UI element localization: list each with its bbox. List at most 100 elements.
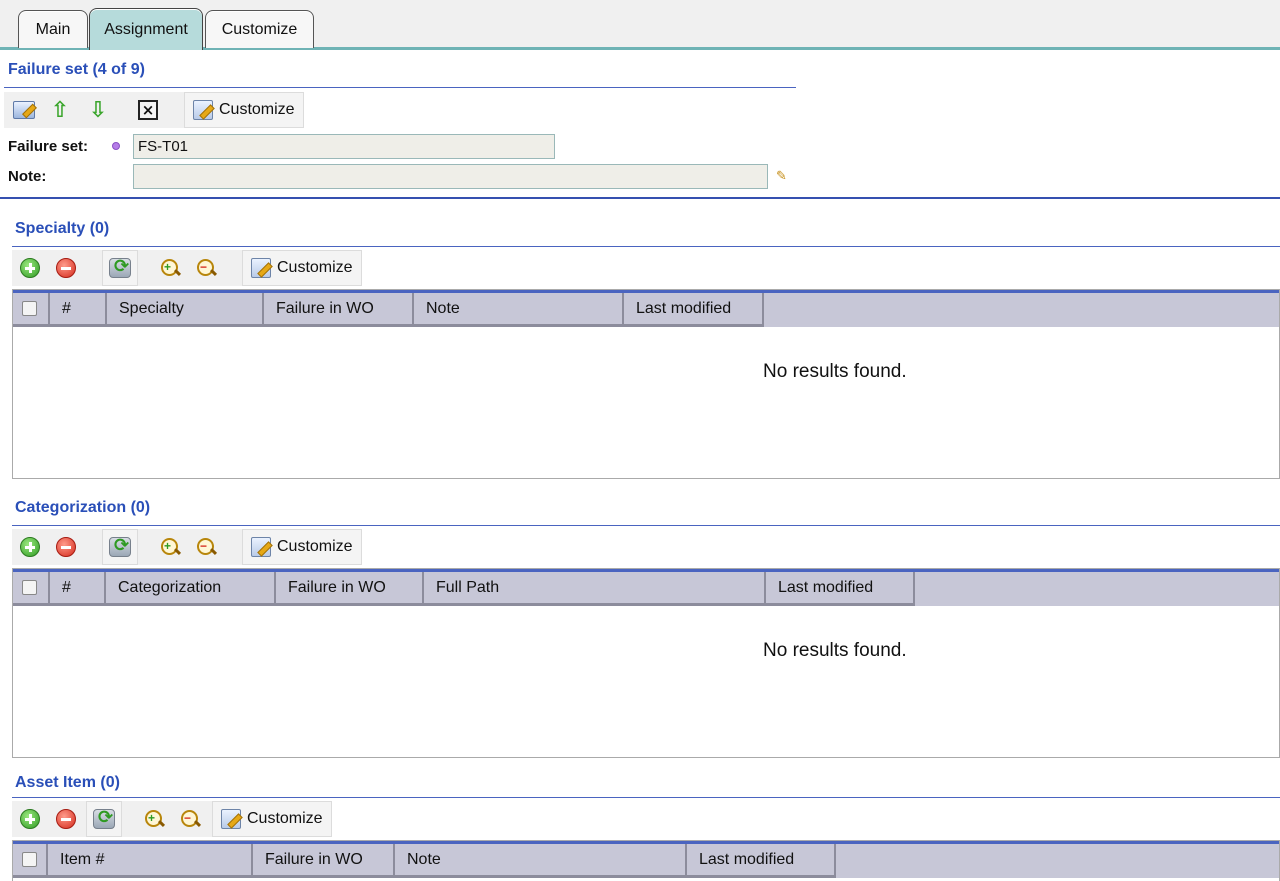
categorization-title: Categorization (0) (15, 499, 151, 516)
col-last-modified[interactable]: Last modified (687, 844, 836, 878)
refresh-icon (93, 807, 115, 829)
header-filler (764, 293, 1279, 327)
tab-customize-label: Customize (221, 20, 298, 38)
tab-main-label: Main (35, 20, 71, 38)
asset-item-refresh-button[interactable] (86, 801, 122, 837)
specialty-customize-button[interactable]: Customize (242, 250, 362, 286)
failure-set-customize-button[interactable]: Customize (184, 92, 304, 128)
specialty-divider (12, 246, 1280, 247)
col-categorization[interactable]: Categorization (106, 572, 276, 606)
checkbox-icon (22, 301, 37, 316)
failure-set-input[interactable] (133, 134, 555, 159)
col-number[interactable]: # (50, 293, 107, 327)
tab-customize[interactable]: Customize (205, 10, 314, 48)
failure-set-divider (4, 87, 796, 88)
remove-icon (56, 537, 76, 557)
col-note[interactable]: Note (395, 844, 687, 878)
arrow-up-icon: ⇧ (50, 97, 70, 122)
customize-icon (251, 258, 271, 278)
zoom-in-icon: + (160, 537, 180, 557)
asset-item-grid: Item # Failure in WO Note Last modified (12, 840, 1280, 881)
col-failure-in-wo[interactable]: Failure in WO (276, 572, 424, 606)
tab-assignment-label: Assignment (104, 20, 188, 38)
specialty-toolbar: + − Customize (12, 250, 362, 286)
failure-set-toolbar: ⇧ ⇩ × Customize (4, 92, 304, 128)
customize-label: Customize (247, 810, 323, 827)
remove-icon (56, 258, 76, 278)
specialty-remove-button[interactable] (48, 250, 84, 286)
tab-main[interactable]: Main (18, 10, 88, 48)
move-up-button[interactable]: ⇧ (42, 92, 78, 128)
asset-item-zoom-in-button[interactable]: + (136, 801, 172, 837)
select-all-checkbox[interactable] (13, 293, 50, 327)
col-failure-in-wo[interactable]: Failure in WO (253, 844, 395, 878)
categorization-zoom-in-button[interactable]: + (152, 529, 188, 565)
categorization-remove-button[interactable] (48, 529, 84, 565)
col-note[interactable]: Note (414, 293, 624, 327)
specialty-zoom-in-button[interactable]: + (152, 250, 188, 286)
required-indicator-icon (112, 142, 120, 150)
note-input[interactable] (133, 164, 768, 189)
specialty-refresh-button[interactable] (102, 250, 138, 286)
categorization-customize-button[interactable]: Customize (242, 529, 362, 565)
col-number[interactable]: # (50, 572, 106, 606)
edit-record-icon (13, 101, 35, 119)
tab-strip: Main Assignment Customize (0, 0, 1280, 50)
close-icon: × (138, 100, 158, 120)
tab-assignment[interactable]: Assignment (89, 8, 203, 50)
specialty-empty-message: No results found. (763, 361, 907, 382)
col-last-modified[interactable]: Last modified (624, 293, 764, 327)
asset-item-divider (12, 797, 1280, 798)
select-all-checkbox[interactable] (13, 572, 50, 606)
failure-set-label: Failure set: (8, 138, 89, 155)
move-down-button[interactable]: ⇩ (80, 92, 116, 128)
customize-icon (193, 100, 213, 120)
header-filler (836, 844, 1279, 878)
categorization-zoom-out-button[interactable]: − (188, 529, 224, 565)
arrow-down-icon: ⇩ (88, 97, 108, 122)
categorization-empty-message: No results found. (763, 640, 907, 661)
specialty-zoom-out-button[interactable]: − (188, 250, 224, 286)
specialty-add-button[interactable] (12, 250, 48, 286)
col-full-path[interactable]: Full Path (424, 572, 766, 606)
add-icon (20, 258, 40, 278)
select-all-checkbox[interactable] (13, 844, 48, 878)
col-last-modified[interactable]: Last modified (766, 572, 915, 606)
customize-label: Customize (277, 259, 353, 276)
asset-item-title: Asset Item (0) (15, 774, 120, 791)
customize-label: Customize (219, 101, 295, 118)
specialty-grid-header: # Specialty Failure in WO Note Last modi… (13, 290, 1279, 327)
refresh-icon (109, 535, 131, 557)
zoom-out-icon: − (180, 809, 200, 829)
checkbox-icon (22, 580, 37, 595)
asset-item-customize-button[interactable]: Customize (212, 801, 332, 837)
categorization-divider (12, 525, 1280, 526)
specialty-grid: # Specialty Failure in WO Note Last modi… (12, 289, 1280, 479)
categorization-grid-header: # Categorization Failure in WO Full Path… (13, 569, 1279, 606)
zoom-out-icon: − (196, 537, 216, 557)
close-record-button[interactable]: × (130, 92, 166, 128)
categorization-refresh-button[interactable] (102, 529, 138, 565)
failure-set-title: Failure set (4 of 9) (8, 61, 145, 78)
edit-note-pencil-icon[interactable]: ✎ (776, 168, 787, 184)
header-filler (915, 572, 1279, 606)
categorization-add-button[interactable] (12, 529, 48, 565)
zoom-in-icon: + (160, 258, 180, 278)
note-label: Note: (8, 168, 47, 185)
zoom-in-icon: + (144, 809, 164, 829)
specialty-title: Specialty (0) (15, 220, 110, 237)
col-failure-in-wo[interactable]: Failure in WO (264, 293, 414, 327)
asset-item-grid-header: Item # Failure in WO Note Last modified (13, 841, 1279, 878)
asset-item-add-button[interactable] (12, 801, 48, 837)
refresh-icon (109, 256, 131, 278)
checkbox-icon (22, 852, 37, 867)
categorization-grid: # Categorization Failure in WO Full Path… (12, 568, 1280, 758)
col-specialty[interactable]: Specialty (107, 293, 264, 327)
asset-item-remove-button[interactable] (48, 801, 84, 837)
remove-icon (56, 809, 76, 829)
asset-item-toolbar: + − Customize (12, 801, 332, 837)
asset-item-zoom-out-button[interactable]: − (172, 801, 208, 837)
col-item-number[interactable]: Item # (48, 844, 253, 878)
edit-record-button[interactable] (6, 92, 42, 128)
add-icon (20, 537, 40, 557)
